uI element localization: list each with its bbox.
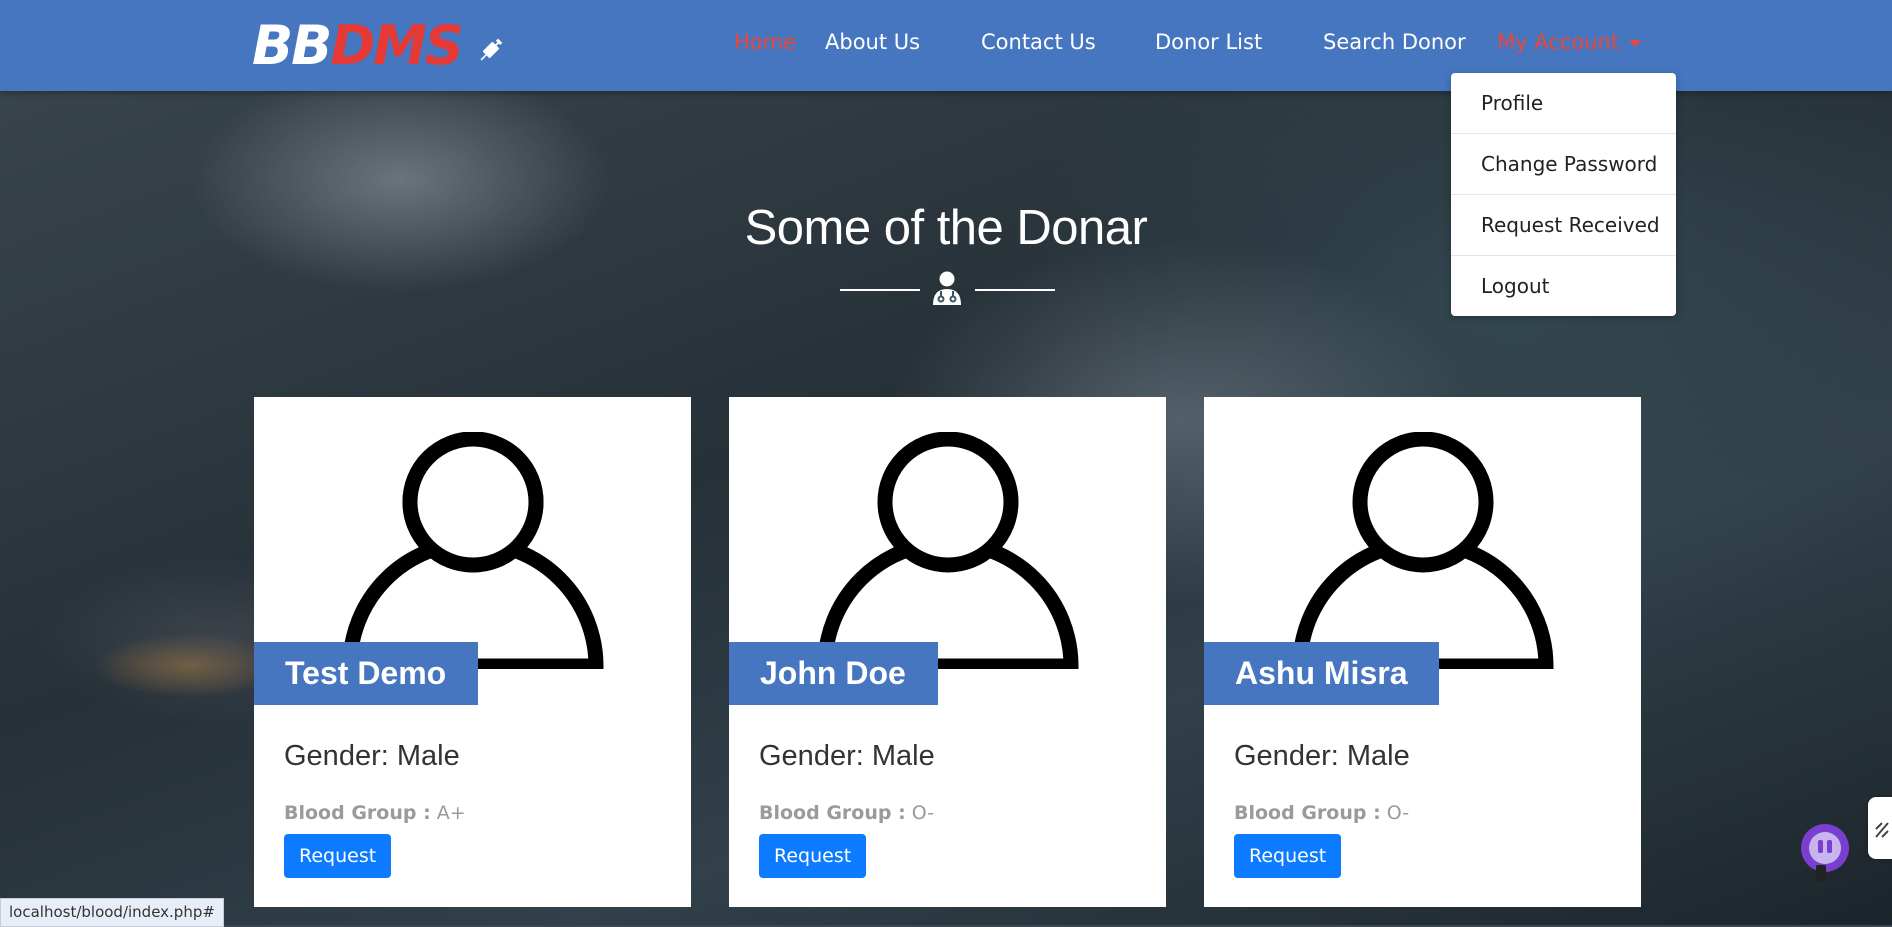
nav-home[interactable]: Home — [734, 30, 796, 54]
chat-widget-icon[interactable] — [1798, 823, 1852, 887]
donor-gender: Gender: Male — [1234, 740, 1410, 772]
title-divider-left — [840, 289, 920, 291]
donor-blood-group: Blood Group : O- — [759, 802, 934, 824]
blood-group-label: Blood Group : — [1234, 802, 1381, 824]
dropdown-item-change-password[interactable]: Change Password — [1451, 134, 1676, 195]
donor-gender: Gender: Male — [759, 740, 935, 772]
user-avatar-icon — [817, 431, 1079, 674]
account-dropdown-menu: Profile Change Password Request Received… — [1451, 73, 1676, 316]
donor-card: John Doe Gender: Male Blood Group : O- R… — [729, 397, 1166, 907]
doctor-icon — [931, 270, 963, 310]
blood-group-value: O- — [911, 802, 935, 824]
caret-down-icon — [1629, 39, 1642, 47]
donor-name: Test Demo — [254, 642, 479, 705]
brand-part2: DMS — [330, 13, 463, 77]
donor-blood-group: Blood Group : A+ — [284, 802, 466, 824]
nav-contact-us[interactable]: Contact Us — [981, 30, 1096, 54]
nav-about-us[interactable]: About Us — [825, 30, 920, 54]
donor-name: Ashu Misra — [1204, 642, 1440, 705]
donor-card: Ashu Misra Gender: Male Blood Group : O-… — [1204, 397, 1641, 907]
dropdown-item-logout[interactable]: Logout — [1451, 256, 1676, 316]
brand-logo[interactable]: BB DMS — [252, 10, 506, 80]
donor-card: Test Demo Gender: Male Blood Group : A+ … — [254, 397, 691, 907]
side-panel-tab[interactable] — [1868, 797, 1892, 859]
user-avatar-icon — [342, 431, 604, 674]
donor-gender: Gender: Male — [284, 740, 460, 772]
dropdown-item-profile[interactable]: Profile — [1451, 73, 1676, 134]
donor-name: John Doe — [729, 642, 938, 705]
nav-search-donor[interactable]: Search Donor — [1323, 30, 1466, 54]
title-divider-right — [975, 289, 1055, 291]
nav-donor-list[interactable]: Donor List — [1155, 30, 1262, 54]
nav-my-account-label: My Account — [1497, 30, 1620, 54]
blood-group-value: O- — [1386, 802, 1410, 824]
donor-blood-group: Blood Group : O- — [1234, 802, 1409, 824]
blood-group-value: A+ — [436, 802, 466, 824]
brand-part1: BB — [252, 13, 332, 77]
status-bar-url: localhost/blood/index.php# — [0, 898, 224, 927]
request-button[interactable]: Request — [284, 834, 392, 878]
request-button[interactable]: Request — [759, 834, 867, 878]
dropdown-item-request-received[interactable]: Request Received — [1451, 195, 1676, 256]
syringe-icon — [476, 35, 506, 69]
request-button[interactable]: Request — [1234, 834, 1342, 878]
user-avatar-icon — [1292, 431, 1554, 674]
blood-group-label: Blood Group : — [284, 802, 431, 824]
blood-group-label: Blood Group : — [759, 802, 906, 824]
nav-my-account[interactable]: My Account — [1497, 30, 1642, 54]
